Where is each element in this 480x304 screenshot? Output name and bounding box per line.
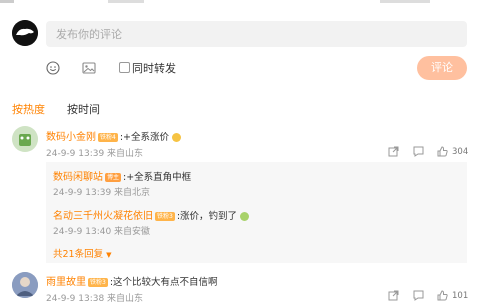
user-avatar-icon [12,272,38,298]
comment-1-line: 数码小金刚 铁粉4:+全系涨价 [46,128,182,143]
tab-sort-time[interactable]: 按时间 [67,101,100,117]
repost-icon[interactable] [388,290,399,301]
image-icon[interactable] [82,61,96,75]
reply-meta: 24-9-9 13:40 来自安徽 [53,227,151,237]
avatar[interactable] [12,126,38,152]
comment-meta: 24-9-9 13:39 来自山东 [46,149,144,159]
avatar[interactable] [12,272,38,298]
comment-input-box[interactable] [46,21,467,47]
like-icon[interactable] [437,146,448,157]
more-replies-link[interactable]: 共21条回复 ▼ [53,246,112,260]
reply-meta: 24-9-9 13:39 来自北京 [53,188,151,198]
reply-text: :+全系直角中框 [123,172,192,183]
comment-meta: 24-9-9 13:38 来自山东 [46,294,144,304]
fan-badge: 铁粉3 [155,212,175,221]
comment-username[interactable]: 数码小金刚 [46,132,96,143]
chevron-down-icon: ▼ [106,251,112,259]
fan-badge: 铁粉4 [98,133,118,142]
comment-text: :这个比较大有点不自信啊 [109,277,218,288]
comment-username[interactable]: 雨里故里 [46,277,86,288]
like-icon[interactable] [437,290,448,301]
user-avatar-icon [12,126,38,152]
more-replies-label: 共21条回复 [53,249,104,260]
reply-username[interactable]: 数码闲聊站 [53,172,103,183]
repost-label: 同时转发 [132,62,176,75]
tab-sort-hot[interactable]: 按热度 [12,101,45,117]
reply-username[interactable]: 名动三千州火凝花依旧 [53,211,153,222]
like-count: 304 [452,147,469,157]
comment-input[interactable] [46,21,467,47]
comment-text: :+全系涨价 [119,132,169,143]
comment-icon[interactable] [413,146,424,157]
author-badge: 博主 [105,173,122,182]
reply-line: 数码闲聊站 博主:+全系直角中框 [53,168,191,183]
repost-checkbox[interactable] [119,62,130,73]
user-avatar-icon [12,20,38,46]
previous-row-remnant [0,0,480,4]
repost-icon[interactable] [388,146,399,157]
current-user-avatar[interactable] [12,20,38,46]
comment-icon[interactable] [413,290,424,301]
fan-badge: 铁粉3 [88,278,108,287]
smile-emoji-icon [172,133,182,142]
submit-comment-button[interactable]: 评论 [417,56,467,80]
reply-line: 名动三千州火凝花依旧 铁粉3:涨价，钓到了 [53,207,250,222]
emoji-icon[interactable] [46,61,60,75]
grin-emoji-icon [240,212,250,221]
comment-2-line: 雨里故里 铁粉3:这个比较大有点不自信啊 [46,273,218,288]
reply-text: :涨价，钓到了 [176,211,238,222]
